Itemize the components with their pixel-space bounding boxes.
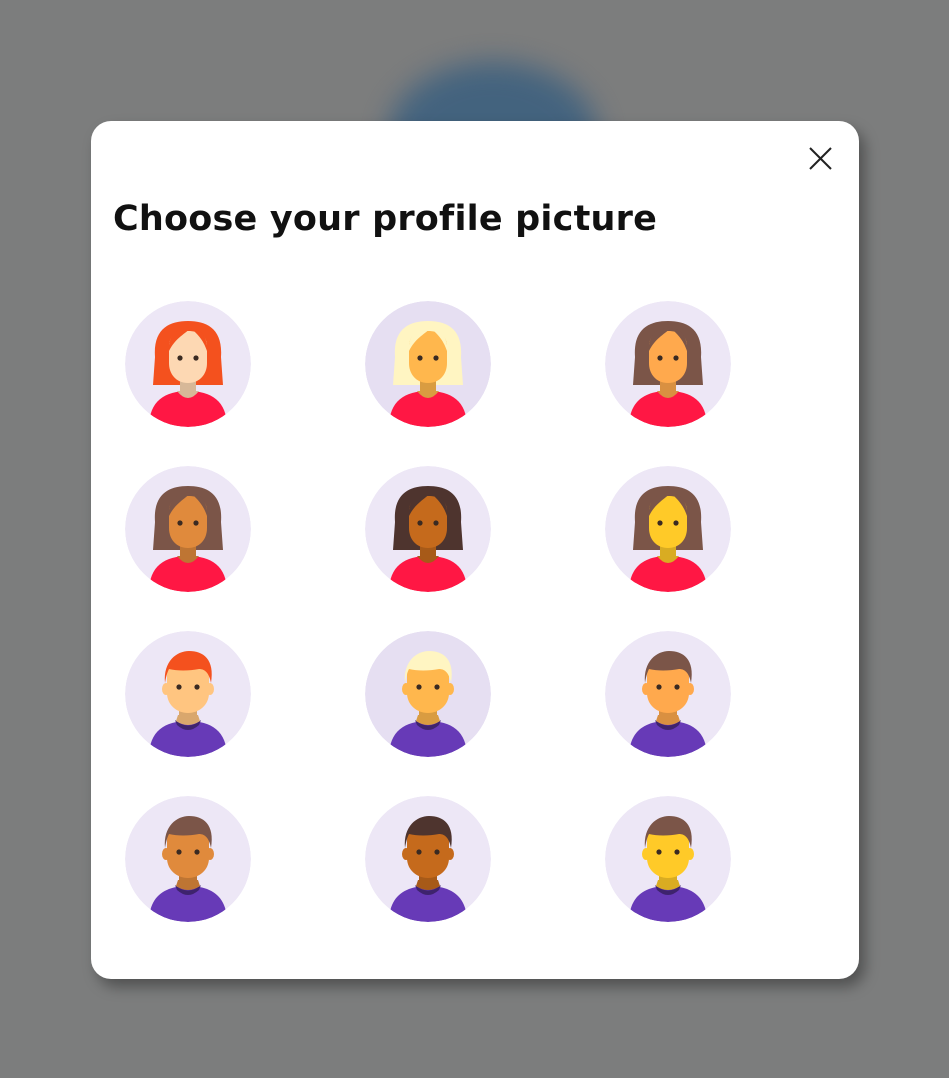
avatar-option-8[interactable]: [365, 631, 491, 757]
avatar-option-9[interactable]: [605, 631, 731, 757]
male-avatar-icon: [365, 796, 491, 922]
avatar-option-5[interactable]: [365, 466, 491, 592]
female-avatar-icon: [365, 301, 491, 427]
female-avatar-icon: [365, 466, 491, 592]
avatar-option-10[interactable]: [125, 796, 251, 922]
female-avatar-icon: [605, 466, 731, 592]
close-button[interactable]: [803, 141, 837, 175]
male-avatar-icon: [125, 631, 251, 757]
close-icon: [809, 147, 832, 170]
female-avatar-icon: [125, 466, 251, 592]
avatar-option-11[interactable]: [365, 796, 491, 922]
male-avatar-icon: [605, 796, 731, 922]
avatar-option-1[interactable]: [125, 301, 251, 427]
avatar-option-2[interactable]: [365, 301, 491, 427]
male-avatar-icon: [365, 631, 491, 757]
female-avatar-icon: [125, 301, 251, 427]
avatar-option-4[interactable]: [125, 466, 251, 592]
avatar-option-6[interactable]: [605, 466, 731, 592]
dialog-title: Choose your profile picture: [113, 199, 658, 239]
avatar-option-3[interactable]: [605, 301, 731, 427]
avatar-option-7[interactable]: [125, 631, 251, 757]
avatar-option-12[interactable]: [605, 796, 731, 922]
male-avatar-icon: [125, 796, 251, 922]
profile-picture-dialog: Choose your profile picture: [91, 121, 859, 979]
male-avatar-icon: [605, 631, 731, 757]
female-avatar-icon: [605, 301, 731, 427]
avatar-grid: [125, 301, 731, 922]
